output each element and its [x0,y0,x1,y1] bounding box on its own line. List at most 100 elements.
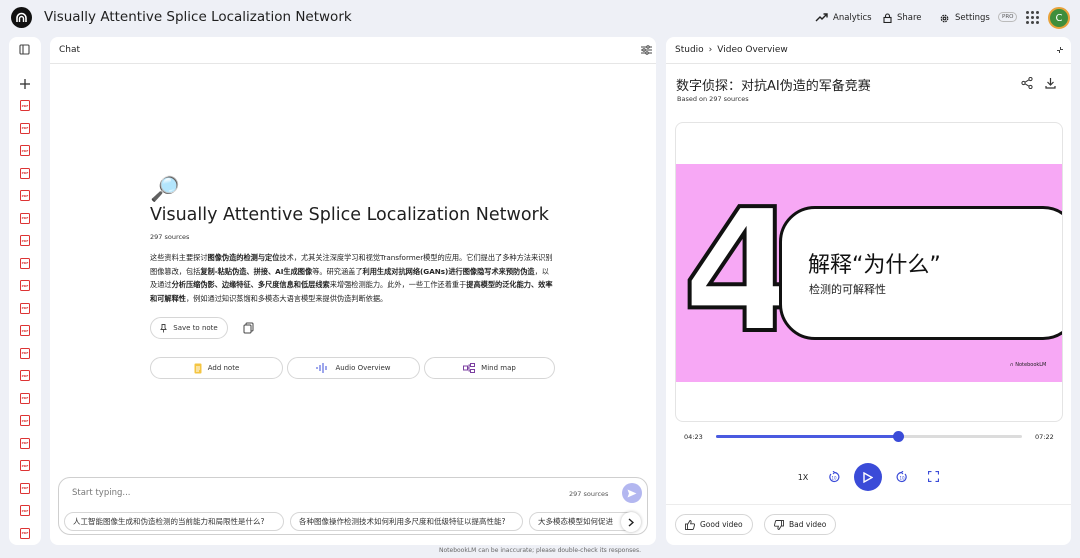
pdf-source-icon[interactable]: PDF [20,302,30,314]
svg-text:10: 10 [832,476,838,481]
sidebar-toggle-icon[interactable] [19,44,30,55]
pdf-source-icon[interactable]: PDF [20,370,30,381]
chat-options-icon[interactable] [641,45,652,55]
send-icon [627,489,637,497]
summary-segment: 来增强检测能力。此外，一些工作还着重于 [329,280,467,290]
studio-breadcrumb: Studio › Video Overview [666,37,1071,64]
add-note-button[interactable]: Add note [150,357,283,379]
settings-button[interactable]: Settings [934,8,995,28]
summary-highlight: 复制-粘贴伪造、拼接、AI生成图像 [200,266,313,276]
pdf-source-icon[interactable]: PDF [20,100,30,111]
chat-header-title: Chat [59,45,81,55]
input-source-count: 297 sources [569,490,609,498]
suggestion-chip-2[interactable]: 各种图像操作检测技术如何利用多尺度和低级特征以提高性能? [290,512,523,531]
slide-title: 解释“为什么” [808,253,941,278]
chat-panel: Chat 🔎 Visually Attentive Splice Localiz… [50,37,656,545]
share-label: Share [897,13,922,23]
breadcrumb-studio[interactable]: Studio [675,45,704,55]
trending-up-icon [815,13,828,22]
send-button[interactable] [622,483,642,503]
chat-header: Chat [50,37,656,64]
fullscreen-icon[interactable] [928,471,939,482]
summary-highlight: 分析压缩伪影、边缘特征、多尺度信息和低层线索 [171,280,330,290]
share-button[interactable]: Share [878,8,927,28]
breadcrumb-separator: › [708,45,713,55]
summary-segment: ，例如通过知识蒸馏和多模态大语言模型来提供伪造判断依据。 [185,293,388,303]
mind-map-icon [463,363,476,373]
notebook-title[interactable]: Visually Attentive Splice Localization N… [44,9,352,25]
slide-number-graphic: 4 [682,200,792,340]
watermark-text: NotebookLM [1015,362,1047,368]
summary-highlight: 利用生成对抗网络(GANs)进行图像隐写术来预防伪造 [362,266,535,276]
play-button[interactable] [854,463,882,491]
good-video-button[interactable]: Good video [675,514,753,535]
notebook-summary: 🔎 Visually Attentive Splice Localization… [150,175,560,305]
source-count: 297 sources [150,233,190,241]
pdf-source-icon[interactable]: PDF [20,145,30,156]
suggestion-chip-1[interactable]: 人工智能图像生成和伪造检测的当前能力和局限性是什么? [64,512,284,531]
panel-divider [666,504,1071,505]
add-note-label: Add note [207,364,240,372]
notebook-heading: Visually Attentive Splice Localization N… [150,205,549,225]
pdf-source-icon[interactable]: PDF [20,347,30,359]
notebooklm-logo-icon[interactable] [11,7,32,28]
pro-badge: PRO [998,12,1018,22]
rewind-10-icon[interactable]: 10 [828,471,840,483]
bad-video-button[interactable]: Bad video [764,514,837,535]
pdf-source-icon[interactable]: PDF [20,392,30,404]
pdf-source-icon[interactable]: PDF [20,437,30,449]
analytics-button[interactable]: Analytics [810,8,877,28]
breadcrumb-current: Video Overview [717,45,788,55]
chat-input-box: Start typing... 297 sources 人工智能图像生成和伪造检… [58,477,648,535]
magnifier-icon: 🔎 [150,175,180,203]
forward-10-icon[interactable]: 10 [896,471,908,483]
share-icon[interactable] [1021,77,1033,89]
apps-grid-icon[interactable] [1026,11,1039,24]
analytics-label: Analytics [833,13,872,23]
chat-input[interactable]: Start typing... [72,488,130,498]
video-sources-note: Based on 297 sources [677,95,749,103]
save-to-note-label: Save to note [173,324,218,332]
summary-highlight: 图像伪造的检测与定位 [207,253,280,262]
video-slide: 4 解释“为什么” 检测的可解释性 ∩ NotebookLM [676,164,1062,382]
audio-overview-button[interactable]: Audio Overview [287,357,420,379]
sources-panel: PDF PDF PDF PDF PDF PDF PDF PDF PDF PDF PDF PDF PDF P… [9,37,41,545]
bad-video-label: Bad video [789,520,827,529]
pdf-source-icon[interactable]: PDF [20,482,30,494]
slide-card: 解释“为什么” 检测的可解释性 [779,206,1062,340]
pdf-source-icon[interactable]: PDF [20,212,30,224]
slide-watermark: ∩ NotebookLM [1010,362,1046,368]
pdf-source-icon[interactable]: PDF [20,190,30,201]
video-title: 数字侦探：对抗AI伪造的军备竞赛 [676,79,871,94]
gear-icon [940,14,949,22]
disclaimer: NotebookLM can be inaccurate; please dou… [438,547,641,554]
progress-slider[interactable] [716,431,1022,442]
summary-segment: 这些资料主要探讨 [150,253,208,262]
pdf-source-icon[interactable]: PDF [20,257,30,269]
pdf-source-icon[interactable]: PDF [20,415,30,426]
next-suggestions-button[interactable] [621,512,641,532]
pdf-source-icon[interactable]: PDF [20,460,30,471]
pdf-source-icon[interactable]: PDF [20,505,30,516]
studio-panel: Studio › Video Overview 数字侦探：对抗AI伪造的军备竞赛… [666,37,1071,545]
collapse-icon[interactable] [1056,46,1064,54]
pdf-source-icon[interactable]: PDF [20,122,30,134]
good-video-label: Good video [700,520,743,529]
pdf-source-icon[interactable]: PDF [20,527,30,539]
add-source-icon[interactable] [20,79,30,89]
pdf-source-icon[interactable]: PDF [20,235,30,246]
mind-map-button[interactable]: Mind map [424,357,555,379]
pdf-source-icon[interactable]: PDF [20,280,30,291]
lock-icon [883,13,892,23]
playback-speed-button[interactable]: 1X [794,470,812,484]
pdf-source-icon[interactable]: PDF [20,325,30,336]
total-time: 07:22 [1035,433,1054,441]
progress-fill [716,435,899,438]
progress-knob[interactable] [893,431,905,442]
pdf-source-icon[interactable]: PDF [20,167,30,179]
download-icon[interactable] [1045,77,1056,89]
avatar[interactable]: C [1048,7,1070,29]
copy-icon[interactable] [243,322,254,334]
save-to-note-button[interactable]: Save to note [150,317,228,339]
video-player[interactable]: 4 解释“为什么” 检测的可解释性 ∩ NotebookLM [675,122,1063,422]
